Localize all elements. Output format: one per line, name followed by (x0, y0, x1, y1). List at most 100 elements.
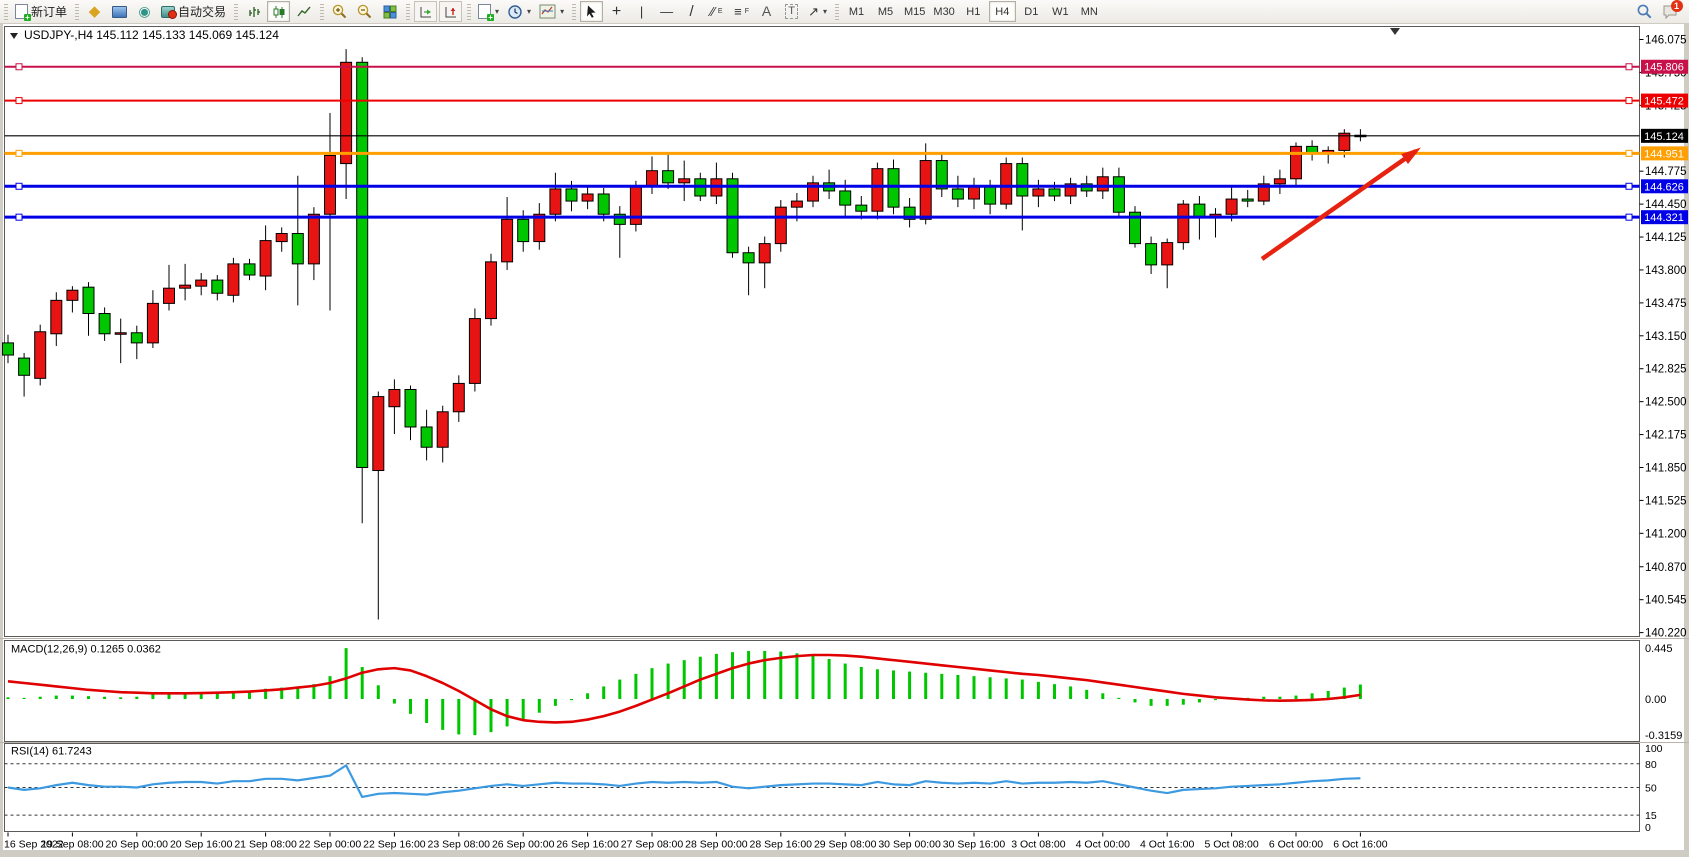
line-chart-button[interactable] (292, 1, 315, 22)
candle-body[interactable] (99, 314, 110, 334)
candle-body[interactable] (759, 244, 770, 263)
candle-body[interactable] (180, 285, 191, 288)
candle-body[interactable] (502, 219, 513, 262)
candle-body[interactable] (67, 290, 78, 300)
candle-body[interactable] (1049, 189, 1060, 196)
line-handle[interactable] (1626, 214, 1632, 220)
line-handle[interactable] (16, 214, 22, 220)
candle-body[interactable] (775, 207, 786, 243)
market-watch-button[interactable]: ◆ (83, 1, 106, 22)
text-button[interactable]: A (755, 1, 778, 22)
timeframe-button-mn[interactable]: MN (1076, 1, 1103, 22)
candle-body[interactable] (1242, 199, 1253, 201)
candle-body[interactable] (743, 253, 754, 263)
toolbar-grip[interactable] (467, 4, 471, 20)
candle-body[interactable] (276, 233, 287, 241)
candle-body[interactable] (3, 343, 14, 355)
candle-body[interactable] (228, 264, 239, 295)
signals-button[interactable]: ◉ (133, 1, 156, 22)
candle-body[interactable] (1162, 243, 1173, 265)
candle-body[interactable] (1274, 179, 1285, 184)
toolbar-grip[interactable] (835, 4, 839, 20)
timeframe-button-m1[interactable]: M1 (843, 1, 870, 22)
candle-body[interactable] (1033, 189, 1044, 196)
periods-button[interactable]: ▾ (504, 1, 534, 22)
candle-body[interactable] (1146, 244, 1157, 265)
toolbar-grip[interactable] (75, 4, 79, 20)
main-chart-pane[interactable] (5, 27, 1640, 637)
toolbar-grip[interactable] (406, 4, 410, 20)
candle-body[interactable] (292, 233, 303, 263)
candle-body[interactable] (936, 161, 947, 189)
autotrading-button[interactable]: 自动交易 (158, 1, 229, 22)
candle-body[interactable] (453, 383, 464, 411)
candle-body[interactable] (1113, 177, 1124, 212)
candle-body[interactable] (260, 241, 271, 276)
timeframe-button-m5[interactable]: M5 (872, 1, 899, 22)
chat-button[interactable]: 1 (1658, 1, 1681, 22)
candle-body[interactable] (196, 280, 207, 286)
line-handle[interactable] (16, 150, 22, 156)
candle-body[interactable] (405, 389, 416, 426)
candle-body[interactable] (663, 171, 674, 183)
line-handle[interactable] (1626, 98, 1632, 104)
arrows-button[interactable]: ↗ ▾ (805, 1, 830, 22)
candle-body[interactable] (856, 205, 867, 211)
candle-body[interactable] (164, 288, 175, 303)
candle-body[interactable] (212, 280, 223, 293)
candle-body[interactable] (147, 303, 158, 343)
candle-body[interactable] (244, 264, 255, 275)
navigator-button[interactable] (108, 1, 131, 22)
timeframe-button-h4[interactable]: H4 (989, 1, 1016, 22)
chart-shift-button[interactable] (439, 1, 462, 22)
candle-body[interactable] (1226, 199, 1237, 214)
fibonacci-button[interactable]: ≡F (730, 1, 753, 22)
candle-body[interactable] (486, 262, 497, 319)
candle-body[interactable] (35, 332, 46, 379)
candle-body[interactable] (1001, 164, 1012, 205)
candle-body[interactable] (1291, 146, 1302, 178)
candle-body[interactable] (679, 179, 690, 183)
candle-body[interactable] (469, 319, 480, 384)
timeframe-button-h1[interactable]: H1 (960, 1, 987, 22)
candle-body[interactable] (19, 358, 30, 375)
candle-body[interactable] (566, 189, 577, 201)
text-label-button[interactable]: T (780, 1, 803, 22)
indicators-button[interactable]: + ▾ (475, 1, 502, 22)
candle-body[interactable] (83, 287, 94, 313)
candle-body[interactable] (952, 189, 963, 199)
candle-body[interactable] (598, 194, 609, 214)
candle-body[interactable] (582, 194, 593, 201)
zoom-out-button[interactable] (353, 1, 376, 22)
search-button[interactable] (1633, 1, 1656, 22)
candlestick-chart-button[interactable] (267, 1, 290, 22)
cursor-button[interactable] (580, 1, 603, 22)
auto-scroll-button[interactable] (414, 1, 437, 22)
candle-body[interactable] (357, 62, 368, 467)
templates-button[interactable]: ▾ (536, 1, 567, 22)
candle-body[interactable] (1178, 204, 1189, 242)
candle-body[interactable] (518, 219, 529, 241)
candle-body[interactable] (630, 187, 641, 224)
candle-body[interactable] (888, 169, 899, 207)
candle-body[interactable] (791, 201, 802, 207)
zoom-in-button[interactable] (328, 1, 351, 22)
candle-body[interactable] (1097, 177, 1108, 191)
toolbar-grip[interactable] (4, 4, 8, 20)
line-handle[interactable] (16, 98, 22, 104)
line-handle[interactable] (1626, 150, 1632, 156)
candle-body[interactable] (872, 169, 883, 212)
candle-body[interactable] (115, 333, 126, 335)
bar-chart-button[interactable] (242, 1, 265, 22)
new-order-button[interactable]: + 新订单 (12, 1, 70, 22)
candle-body[interactable] (373, 397, 384, 471)
line-handle[interactable] (16, 183, 22, 189)
candle-body[interactable] (985, 187, 996, 204)
toolbar-grip[interactable] (572, 4, 576, 20)
candle-body[interactable] (969, 187, 980, 199)
line-handle[interactable] (1626, 183, 1632, 189)
candle-body[interactable] (389, 389, 400, 406)
candle-body[interactable] (437, 412, 448, 447)
candle-body[interactable] (131, 333, 142, 343)
line-handle[interactable] (1626, 64, 1632, 70)
